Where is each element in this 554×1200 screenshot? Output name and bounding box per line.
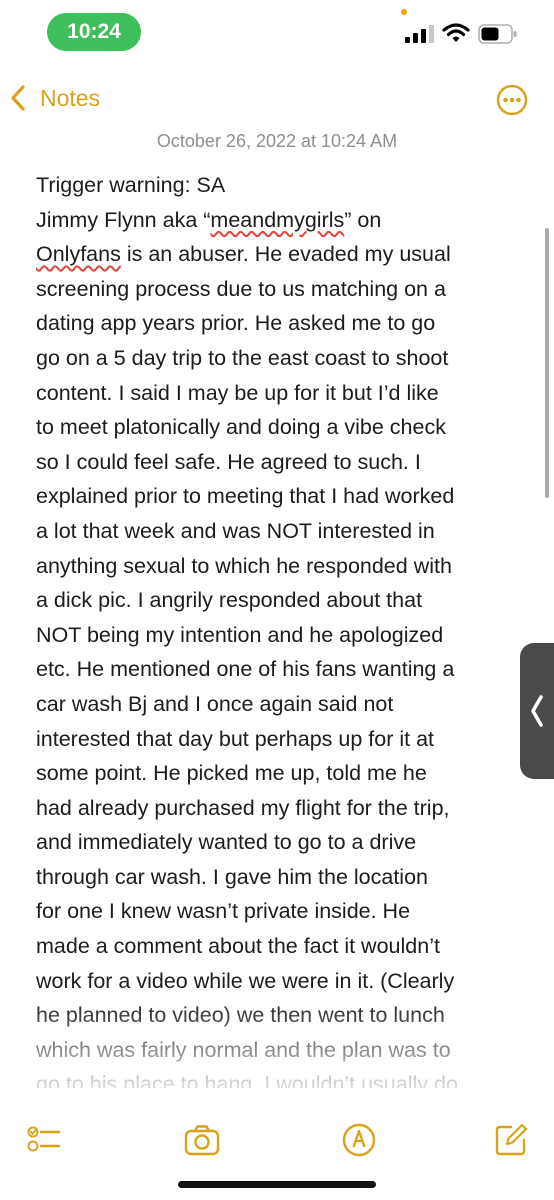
camera-icon[interactable] bbox=[184, 1122, 220, 1158]
status-bar: 10:24 bbox=[0, 0, 554, 64]
chevron-left-icon bbox=[11, 85, 25, 111]
nav-bar: Notes bbox=[0, 72, 554, 124]
note-line: a lot that week and was NOT interested i… bbox=[36, 518, 435, 543]
note-date: October 26, 2022 at 10:24 AM bbox=[156, 131, 398, 151]
signal-icon bbox=[405, 25, 434, 43]
note-line: interested that day but perhaps up for i… bbox=[36, 726, 435, 751]
note-line: for one I knew wasn’t private inside. He bbox=[36, 899, 411, 924]
markup-icon[interactable] bbox=[341, 1122, 377, 1158]
note-line: to meet platonically and doing a vibe ch… bbox=[36, 415, 446, 440]
bottom-toolbar bbox=[0, 1112, 554, 1168]
note-line: had already purchased my flight for the … bbox=[36, 795, 450, 820]
note-line: NOT being my intention and he apologized bbox=[36, 622, 444, 647]
note-line: dating app years prior. He asked me to g… bbox=[36, 311, 436, 336]
note-line: so I could feel safe. He agreed to such.… bbox=[36, 449, 421, 474]
back-button[interactable]: Notes bbox=[8, 80, 100, 116]
note-line: a dick pic. I angrily responded about th… bbox=[36, 588, 423, 613]
note-line: go on a 5 day trip to the east coast to … bbox=[36, 345, 449, 370]
note-body[interactable]: Trigger warning: SA Jimmy Flynn aka “mean… bbox=[36, 168, 520, 1088]
bottom-fade bbox=[0, 1000, 554, 1200]
note-line: Onlyfans is an abuser. He evaded my usua… bbox=[36, 242, 451, 267]
back-button-label: Notes bbox=[40, 84, 101, 111]
battery-icon bbox=[478, 24, 517, 44]
note-line: made a comment about the fact it wouldn’… bbox=[36, 934, 440, 959]
wifi-icon bbox=[442, 23, 470, 42]
scroll-indicator[interactable] bbox=[545, 228, 549, 498]
home-indicator[interactable] bbox=[178, 1181, 376, 1188]
note-line: Trigger warning: SA bbox=[36, 173, 226, 197]
note-line: screening process due to us matching on … bbox=[36, 276, 446, 301]
note-line: through car wash. I gave him the locatio… bbox=[36, 864, 428, 889]
compose-icon[interactable] bbox=[493, 1122, 529, 1158]
note-line: anything sexual to which he responded wi… bbox=[36, 553, 452, 578]
note-line: and immediately wanted to go to a drive bbox=[36, 830, 417, 855]
privacy-indicator-dot bbox=[401, 9, 407, 15]
chevron-left-icon bbox=[531, 695, 543, 727]
misspelled-word[interactable]: meandmygirls bbox=[210, 208, 344, 232]
note-line: some point. He picked me up, told me he bbox=[36, 761, 427, 786]
note-line: work for a video while we were in it. (C… bbox=[36, 968, 455, 993]
note-line: content. I said I may be up for it but I… bbox=[36, 380, 439, 405]
side-panel-tab[interactable] bbox=[520, 643, 554, 779]
checklist-icon[interactable] bbox=[26, 1122, 62, 1158]
misspelled-word[interactable]: Onlyfans bbox=[36, 242, 121, 266]
status-time[interactable]: 10:24 bbox=[47, 13, 141, 51]
note-line: etc. He mentioned one of his fans wantin… bbox=[36, 657, 455, 682]
note-line: car wash Bj and I once again said not bbox=[36, 691, 394, 716]
note-line: explained prior to meeting that I had wo… bbox=[36, 484, 455, 509]
ellipsis-circle-icon[interactable] bbox=[496, 84, 528, 116]
note-line: Jimmy Flynn aka “meandmygirls” on bbox=[36, 207, 382, 232]
